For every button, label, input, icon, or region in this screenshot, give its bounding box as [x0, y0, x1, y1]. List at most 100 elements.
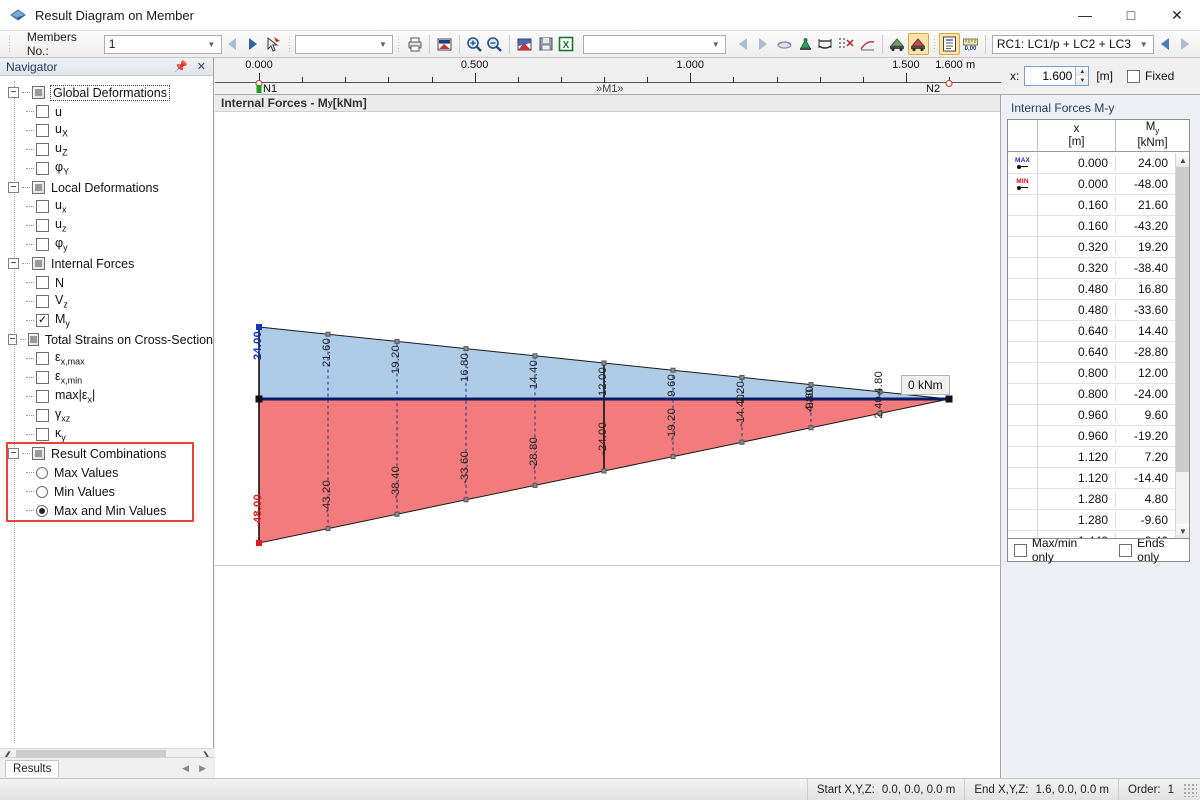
tab-next-icon[interactable]: ▶ — [199, 763, 206, 774]
tree-group-global-deformations[interactable]: − Global Deformations — [0, 83, 213, 102]
table-row[interactable]: 1.280 -9.60 — [1008, 509, 1175, 531]
item-checkbox[interactable] — [36, 295, 49, 308]
pin-icon[interactable]: 📌 — [174, 60, 188, 73]
item-checkbox[interactable] — [36, 428, 49, 441]
tree-item-3-3[interactable]: γxz — [0, 406, 213, 425]
prev-case-button[interactable] — [1154, 33, 1175, 55]
collapse-icon[interactable]: − — [8, 334, 18, 345]
tab-results[interactable]: Results — [5, 759, 60, 777]
radio-min-values[interactable]: Min Values — [0, 482, 213, 501]
x-spin-up-icon[interactable]: ▲ — [1076, 67, 1089, 76]
print-preview-icon[interactable] — [514, 33, 535, 55]
item-checkbox[interactable] — [36, 238, 49, 251]
load-case-combo[interactable]: RC1: LC1/p + LC2 + LC3 ▼ — [991, 34, 1155, 54]
minimize-button[interactable]: — — [1062, 0, 1108, 31]
fixed-checkbox-box[interactable] — [1127, 69, 1141, 83]
tree-item-2-2[interactable]: ✓ My — [0, 311, 213, 330]
maxmin-only-checkbox[interactable]: Max/min only — [1014, 536, 1101, 564]
ends-only-box[interactable] — [1119, 543, 1133, 557]
tree-item-0-2[interactable]: uZ — [0, 140, 213, 159]
collapse-icon[interactable]: − — [8, 448, 19, 459]
toolbar-grip-3[interactable] — [397, 34, 401, 54]
x-position-input[interactable] — [1025, 67, 1076, 85]
table-row[interactable]: 0.320 -38.40 — [1008, 257, 1175, 279]
tree-item-3-2[interactable]: max|εx| — [0, 387, 213, 406]
table-row[interactable]: 0.800 -24.00 — [1008, 383, 1175, 405]
ends-only-checkbox[interactable]: Ends only — [1119, 536, 1189, 564]
group-checkbox[interactable] — [32, 181, 45, 194]
support-icon[interactable] — [795, 33, 816, 55]
collapse-icon[interactable]: − — [8, 87, 19, 98]
fixed-checkbox[interactable]: Fixed — [1127, 69, 1174, 83]
close-button[interactable]: ✕ — [1154, 0, 1200, 31]
values-icon[interactable]: 0,00 — [960, 33, 981, 55]
result-filter-combo[interactable]: ▼ — [582, 34, 727, 54]
tab-prev-icon[interactable]: ◀ — [182, 763, 189, 774]
item-checkbox[interactable] — [36, 162, 49, 175]
table-row[interactable]: 0.640 14.40 — [1008, 320, 1175, 342]
tree-group-local-deformations[interactable]: − Local Deformations — [0, 178, 213, 197]
table-row[interactable]: 0.480 -33.60 — [1008, 299, 1175, 321]
collapse-icon[interactable]: − — [8, 182, 19, 193]
item-checkbox[interactable] — [36, 371, 49, 384]
table-row[interactable]: 0.160 -43.20 — [1008, 215, 1175, 237]
diagram-plot-area[interactable]: -48.00 24.00 -43.20 21.60 -38.40 19.20 -33.60 1… — [215, 113, 1000, 565]
next-member-button[interactable] — [243, 33, 264, 55]
maxmin-only-box[interactable] — [1014, 543, 1027, 557]
tree-item-2-1[interactable]: Vz — [0, 292, 213, 311]
next-case-button[interactable] — [1175, 33, 1196, 55]
radio-button[interactable] — [36, 485, 48, 498]
pick-member-icon[interactable] — [263, 33, 284, 55]
toolbar-grip-4[interactable] — [932, 34, 936, 54]
item-checkbox[interactable] — [36, 219, 49, 232]
secondary-combo[interactable]: ▼ — [295, 34, 394, 54]
radio-max-and-min-values[interactable]: Max and Min Values — [0, 501, 213, 520]
smooth-icon[interactable] — [774, 33, 795, 55]
tree-group-total-strains-on-cross-section[interactable]: − Total Strains on Cross-Section — [0, 330, 213, 349]
toolbar-grip-2[interactable] — [288, 34, 292, 54]
results-table-scrollbar[interactable]: ▲ ▼ — [1175, 153, 1189, 538]
deformation-icon[interactable] — [816, 33, 837, 55]
print-icon[interactable] — [404, 33, 425, 55]
table-row[interactable]: 1.4402.40 — [1008, 530, 1175, 538]
printout-report-icon[interactable] — [434, 33, 455, 55]
group-checkbox[interactable] — [28, 333, 39, 346]
diagram-icon[interactable] — [857, 33, 878, 55]
tree-item-1-1[interactable]: uz — [0, 216, 213, 235]
tree-item-3-1[interactable]: εx,min — [0, 368, 213, 387]
tree-group-internal-forces[interactable]: − Internal Forces — [0, 254, 213, 273]
tree-item-1-2[interactable]: φy — [0, 235, 213, 254]
zoom-out-icon[interactable] — [485, 33, 506, 55]
tree-group-result-combinations[interactable]: − Result Combinations — [0, 444, 213, 463]
table-row[interactable]: 0.800 12.00 — [1008, 362, 1175, 384]
tree-item-3-4[interactable]: κy — [0, 425, 213, 444]
table-row[interactable]: 0.960 -19.20 — [1008, 425, 1175, 447]
navigator-tree[interactable]: − Global Deformations u uX uZ φY − Local Deform… — [0, 77, 213, 747]
tree-item-1-0[interactable]: ux — [0, 197, 213, 216]
radio-max-values[interactable]: Max Values — [0, 463, 213, 482]
table-row[interactable]: 0.160 21.60 — [1008, 194, 1175, 216]
table-row[interactable]: 0.640 -28.80 — [1008, 341, 1175, 363]
table-icon[interactable] — [939, 33, 961, 55]
scroll-up-icon[interactable]: ▲ — [1176, 153, 1189, 167]
prev-member-button[interactable] — [222, 33, 243, 55]
x-position-stepper[interactable]: ▲ ▼ — [1024, 66, 1090, 86]
table-row[interactable]: 0.320 19.20 — [1008, 236, 1175, 258]
table-row[interactable]: 0.960 9.60 — [1008, 404, 1175, 426]
group-checkbox[interactable] — [32, 86, 45, 99]
item-checkbox[interactable] — [36, 390, 49, 403]
table-row[interactable]: 0.480 16.80 — [1008, 278, 1175, 300]
scroll-down-icon[interactable]: ▼ — [1176, 524, 1189, 538]
item-checkbox[interactable] — [36, 276, 49, 289]
next-result-button[interactable] — [753, 33, 774, 55]
scale-icon[interactable] — [836, 33, 857, 55]
item-checkbox[interactable] — [36, 200, 49, 213]
item-checkbox[interactable] — [36, 352, 49, 365]
group-checkbox[interactable] — [32, 447, 45, 460]
member-view-icon[interactable] — [887, 33, 908, 55]
close-icon[interactable]: ✕ — [197, 60, 206, 73]
collapse-icon[interactable]: − — [8, 258, 19, 269]
excel-export-icon[interactable]: X — [556, 33, 577, 55]
prev-result-button[interactable] — [732, 33, 753, 55]
x-spin-down-icon[interactable]: ▼ — [1076, 76, 1089, 85]
